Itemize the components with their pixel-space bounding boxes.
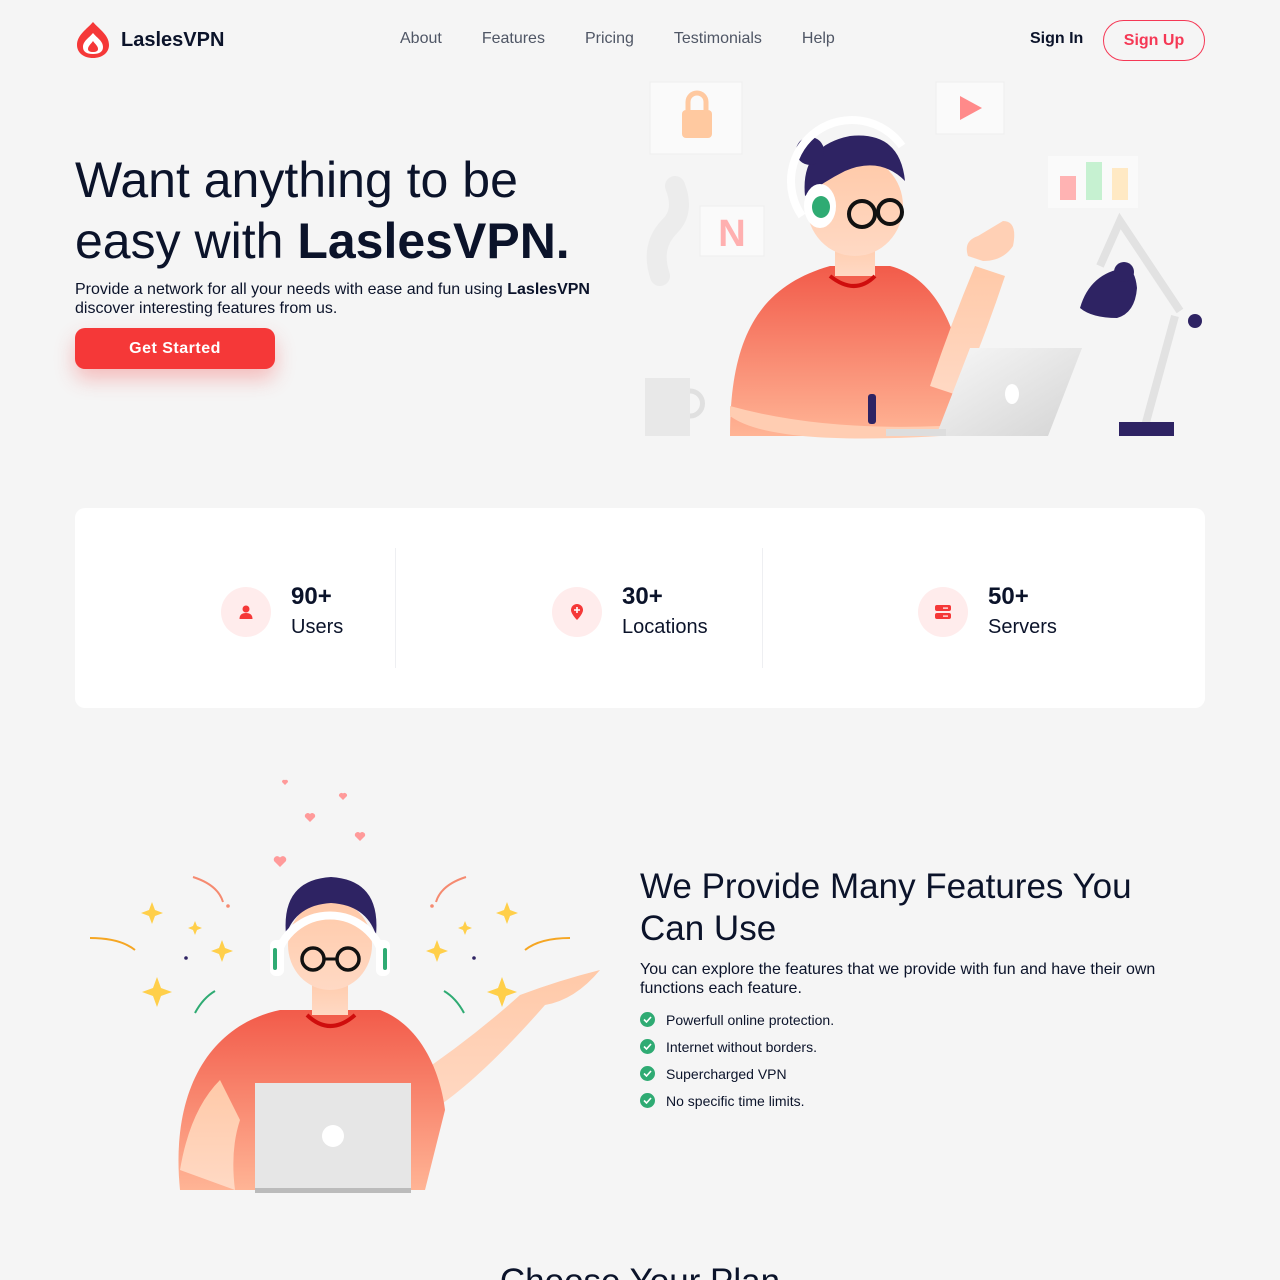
feature-item-text: Internet without borders. xyxy=(666,1038,817,1055)
plans-title: Choose Your Plan xyxy=(0,1262,1280,1280)
check-icon xyxy=(640,1093,655,1108)
check-icon xyxy=(640,1066,655,1081)
nav-pricing-link[interactable]: Pricing xyxy=(585,30,634,48)
hero-title-line2-pre: easy with xyxy=(75,213,298,269)
feature-item-text: Supercharged VPN xyxy=(666,1065,787,1082)
stat-users-value: 90+ xyxy=(291,583,332,610)
chart-card-icon xyxy=(1048,156,1138,208)
get-started-button[interactable]: Get Started xyxy=(75,328,275,369)
hero-title: Want anything to be easy with LaslesVPN. xyxy=(75,150,635,272)
stat-servers-value: 50+ xyxy=(988,583,1029,610)
features-description: You can explore the features that we pro… xyxy=(640,961,1156,997)
main-menu: About Features Pricing Testimonials Help xyxy=(400,30,835,48)
check-icon xyxy=(640,1012,655,1027)
desk-lamp-icon xyxy=(1080,212,1202,436)
flame-logo-icon xyxy=(77,22,109,58)
list-item: Supercharged VPN xyxy=(640,1060,834,1087)
stats-divider xyxy=(395,548,396,668)
stat-users-label: Users xyxy=(291,616,344,638)
hearts-decoration xyxy=(273,779,366,867)
hero-description: Provide a network for all your needs wit… xyxy=(75,280,635,318)
brand-name: LaslesVPN xyxy=(121,28,225,51)
mug-icon xyxy=(645,176,705,436)
features-list: Powerfull online protection. Internet wi… xyxy=(640,1006,834,1114)
nav-about-link[interactable]: About xyxy=(400,30,442,48)
nav-features-link[interactable]: Features xyxy=(482,30,545,48)
hero-desc-brand: LaslesVPN xyxy=(507,281,590,298)
check-icon xyxy=(640,1039,655,1054)
server-icon xyxy=(918,587,968,637)
top-navbar: LaslesVPN About Features Pricing Testimo… xyxy=(0,0,1280,80)
stat-locations-value: 30+ xyxy=(622,583,663,610)
hero-title-brand: LaslesVPN. xyxy=(297,213,570,269)
nav-help-link[interactable]: Help xyxy=(802,30,835,48)
feature-item-text: No specific time limits. xyxy=(666,1092,805,1109)
feature-item-text: Powerfull online protection. xyxy=(666,1011,835,1028)
netflix-card-icon: N xyxy=(699,205,765,257)
list-item: Powerfull online protection. xyxy=(640,1006,834,1033)
stat-locations: 30+ Locations xyxy=(552,582,708,642)
sign-in-link[interactable]: Sign In xyxy=(1030,30,1083,48)
stat-servers: 50+ Servers xyxy=(918,582,1057,642)
hero-desc-post: discover interesting features from us. xyxy=(75,300,338,317)
stat-locations-label: Locations xyxy=(622,616,708,638)
list-item: Internet without borders. xyxy=(640,1033,834,1060)
play-card-icon xyxy=(935,81,1005,135)
brand-logo[interactable]: LaslesVPN xyxy=(75,21,224,59)
hero-title-line1: Want anything to be xyxy=(75,152,518,208)
stats-divider xyxy=(762,548,763,668)
list-item: No specific time limits. xyxy=(640,1087,834,1114)
nav-testimonials-link[interactable]: Testimonials xyxy=(674,30,762,48)
stat-servers-label: Servers xyxy=(988,616,1057,638)
stat-users: 90+ Users xyxy=(221,582,343,642)
user-icon xyxy=(221,587,271,637)
sign-up-button[interactable]: Sign Up xyxy=(1103,20,1205,61)
hero-illustration: N xyxy=(645,81,1202,439)
lock-card-icon xyxy=(649,81,743,155)
location-pin-icon xyxy=(552,587,602,637)
svg-text:N: N xyxy=(718,213,745,255)
hero-desc-pre: Provide a network for all your needs wit… xyxy=(75,281,508,298)
stats-panel: 90+ Users 30+ Locations 50+ Servers xyxy=(75,508,1205,708)
features-title: We Provide Many Features You Can Use xyxy=(640,867,1132,948)
features-illustration xyxy=(89,779,600,1193)
